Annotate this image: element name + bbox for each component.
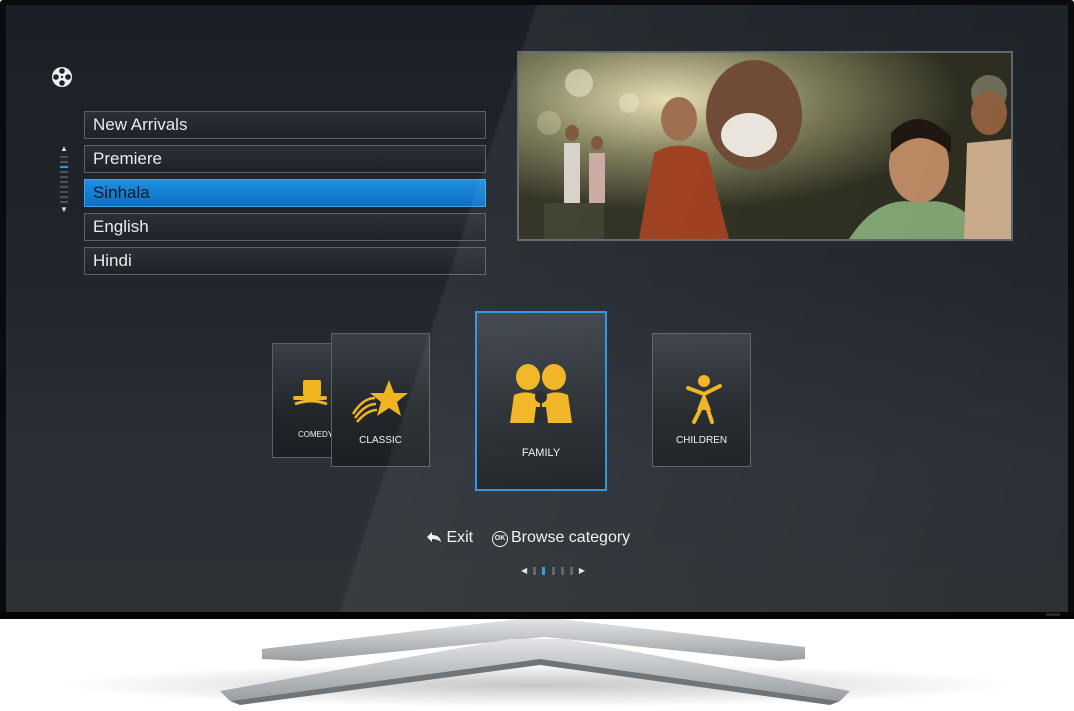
scroll-up-icon[interactable]: ▲: [59, 145, 69, 153]
category-tile-children[interactable]: CHILDREN: [652, 333, 751, 467]
menu-item-label: Hindi: [93, 251, 132, 270]
exit-label: Exit: [446, 529, 474, 546]
scroll-tick: [60, 186, 68, 188]
scroll-tick: [60, 196, 68, 198]
menu-item-label: Sinhala: [93, 183, 150, 202]
tv-screen: ▲ ▼ New Arrivals Premiere Sinhala Englis…: [6, 5, 1068, 612]
family-icon: [510, 364, 572, 423]
scroll-tick: [60, 201, 68, 203]
scroll-tick: [60, 171, 68, 173]
menu-item-new-arrivals[interactable]: New Arrivals: [84, 111, 486, 139]
menu-item-english[interactable]: English: [84, 213, 486, 241]
scroll-tick: [60, 176, 68, 178]
hat-icon: [293, 380, 328, 406]
exit-hint[interactable]: Exit: [426, 529, 473, 547]
scroll-tick: [60, 161, 68, 163]
menu-item-label: Premiere: [93, 149, 162, 168]
pager-dot: [570, 566, 574, 575]
menu-item-hindi[interactable]: Hindi: [84, 247, 486, 275]
pager-left-icon[interactable]: ◀: [521, 566, 527, 575]
tile-label: FAMILY: [521, 447, 561, 459]
preview-image: [517, 51, 1013, 241]
category-tile-family[interactable]: FAMILY: [475, 311, 607, 491]
tile-label: CLASSIC: [359, 435, 402, 446]
star-icon: [351, 380, 408, 423]
tv-stand: [57, 619, 1017, 707]
scroll-tick: [60, 191, 68, 193]
pager-dot-active: [542, 566, 546, 575]
tv-indicator-light: [1046, 613, 1060, 616]
page-indicator: ◀ ▶: [521, 562, 585, 575]
scroll-tick: [60, 156, 68, 158]
tv-bottom-bezel: [0, 612, 1074, 619]
preview-scene: [519, 53, 1011, 239]
browse-label: Browse category: [511, 529, 631, 546]
scroll-down-icon[interactable]: ▼: [59, 206, 69, 214]
ok-button-icon: OK: [492, 531, 508, 547]
scroll-tick-active: [60, 166, 68, 168]
menu-scroll-indicator[interactable]: ▲ ▼: [59, 145, 69, 245]
menu-item-sinhala[interactable]: Sinhala: [84, 179, 486, 207]
browse-hint[interactable]: OK Browse category: [492, 529, 630, 547]
tv-bezel: ▲ ▼ New Arrivals Premiere Sinhala Englis…: [0, 0, 1074, 619]
menu-item-label: English: [93, 217, 149, 236]
menu-item-label: New Arrivals: [93, 115, 188, 134]
category-tile-comedy[interactable]: COMEDY: [272, 343, 336, 458]
menu-item-premiere[interactable]: Premiere: [84, 145, 486, 173]
pager-dot: [532, 566, 536, 575]
tile-label: CHILDREN: [675, 435, 728, 446]
pager-dot: [560, 566, 564, 575]
child-icon: [686, 375, 722, 424]
category-tile-classic[interactable]: CLASSIC: [331, 333, 430, 467]
category-menu: New Arrivals Premiere Sinhala English Hi…: [84, 111, 486, 281]
back-arrow-icon: [427, 532, 441, 542]
scroll-tick: [60, 181, 68, 183]
pager-dot: [551, 566, 555, 575]
pager-right-icon[interactable]: ▶: [579, 566, 585, 575]
film-reel-icon: [52, 67, 72, 87]
